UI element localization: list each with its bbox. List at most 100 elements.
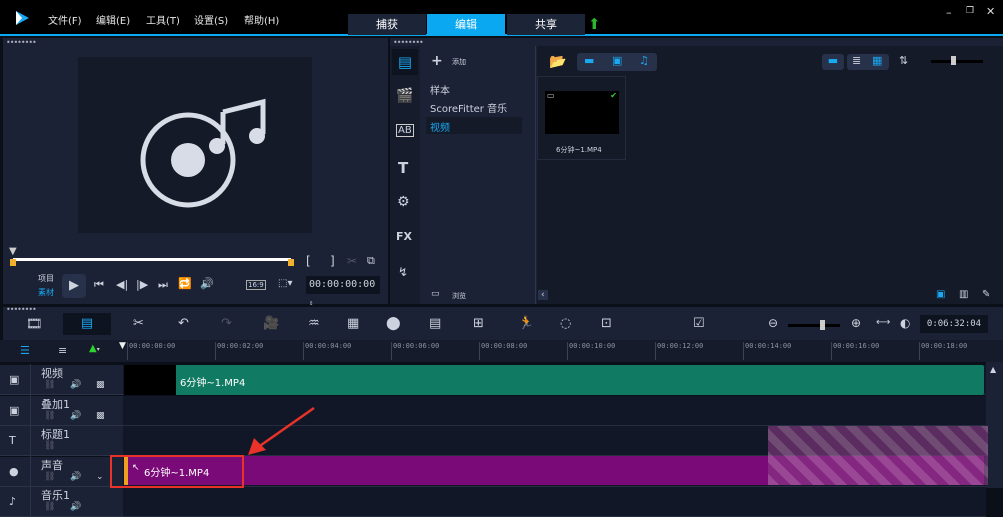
- multi-camera-icon[interactable]: ⊞: [473, 316, 484, 331]
- pan-zoom-icon[interactable]: ⊡: [601, 316, 612, 331]
- track-overlay-icon[interactable]: ▣: [9, 404, 19, 417]
- menu-tools[interactable]: 工具(T): [146, 12, 180, 27]
- timeline-ruler[interactable]: 00:00:00:00 00:00:02:00 00:00:04:00 00:00:0…: [123, 340, 983, 362]
- nav-video-selected[interactable]: 视频: [426, 117, 522, 134]
- go-end-icon[interactable]: ⏭: [158, 278, 168, 292]
- collapse-arrow-icon[interactable]: ‹: [538, 290, 548, 300]
- next-frame-icon[interactable]: |▶: [136, 278, 148, 291]
- play-button[interactable]: ▶: [62, 274, 86, 298]
- project-mode-label[interactable]: 项目: [38, 273, 54, 284]
- track-title-icon[interactable]: T: [9, 434, 16, 447]
- title-icon[interactable]: T: [398, 159, 408, 177]
- close-icon[interactable]: ✕: [986, 5, 995, 18]
- scrubber-bar[interactable]: [13, 258, 291, 261]
- timeline-view-icon[interactable]: ▤: [63, 313, 111, 335]
- panel-layout-1-icon[interactable]: ▣: [936, 289, 945, 300]
- timecode-field[interactable]: 00:00:00:00 ⇕: [306, 276, 380, 307]
- trim-start-handle[interactable]: [10, 259, 16, 266]
- playhead-icon[interactable]: ▼: [119, 341, 126, 351]
- link-icon[interactable]: ⛓: [44, 441, 55, 451]
- media-thumbnail[interactable]: ▭ ✔ 6分钟~1.MP4: [537, 76, 626, 160]
- import-folder-icon[interactable]: 📂: [549, 54, 566, 70]
- restore-icon[interactable]: ❐: [966, 6, 974, 16]
- path-icon[interactable]: ↯: [398, 265, 408, 279]
- record-capture-icon[interactable]: 🎥: [263, 316, 279, 331]
- auto-music-icon[interactable]: ▦: [347, 316, 359, 331]
- zoom-out-icon[interactable]: ⊖: [768, 316, 778, 330]
- view-storyboard-icon[interactable]: ▬: [822, 54, 844, 70]
- instant-project-icon[interactable]: 🎬: [396, 88, 413, 104]
- panel-grip[interactable]: ••••••••: [6, 38, 37, 47]
- link-icon[interactable]: ⛓: [44, 411, 55, 421]
- track-transparency-icon[interactable]: ▩: [96, 380, 105, 390]
- view-grid-icon[interactable]: ▦: [872, 54, 882, 67]
- aspect-ratio-button[interactable]: 16:9: [246, 280, 266, 290]
- add-marker-icon[interactable]: ▲▾: [89, 343, 100, 354]
- timeline-zoom-slider[interactable]: [788, 320, 840, 330]
- media-icon[interactable]: ▤: [392, 49, 418, 75]
- tab-capture[interactable]: 捕获: [348, 14, 426, 35]
- mark-in-icon[interactable]: [: [306, 254, 311, 268]
- storyboard-view-icon[interactable]: 🎞: [26, 317, 43, 332]
- enlarge-preview-icon[interactable]: ⧉: [367, 254, 375, 268]
- show-photo-icon[interactable]: ▣: [612, 54, 622, 67]
- time-remapping-icon[interactable]: 🏃: [518, 316, 534, 331]
- track-manager-icon[interactable]: ≡: [58, 344, 67, 357]
- mute-icon[interactable]: 🔊: [70, 472, 81, 482]
- add-folder-label[interactable]: 添加: [452, 57, 466, 67]
- mute-icon[interactable]: 🔊: [70, 411, 81, 421]
- sort-icon[interactable]: ⇅: [899, 54, 908, 67]
- chapter-cue-icon[interactable]: ☑: [693, 316, 705, 331]
- graphics-icon[interactable]: ⚙: [397, 194, 410, 210]
- view-list-icon[interactable]: ≣: [852, 54, 861, 67]
- nav-scorefitter[interactable]: ScoreFitter 音乐: [430, 100, 507, 115]
- trim-end-handle[interactable]: [288, 259, 294, 266]
- show-audio-icon[interactable]: ♫: [639, 54, 649, 67]
- mute-icon[interactable]: 🔊: [70, 502, 81, 512]
- panel-layout-3-icon[interactable]: ✎: [982, 289, 990, 300]
- audio-clip[interactable]: ↖ 6分钟~1.MP4: [124, 426, 988, 485]
- redo-icon[interactable]: ↷: [221, 316, 232, 331]
- link-icon[interactable]: ⛓: [44, 380, 55, 390]
- mask-creator-icon[interactable]: ◌: [560, 316, 571, 331]
- crop-icon[interactable]: ⬚▾: [278, 278, 292, 289]
- motion-tracking-icon[interactable]: ⬤: [386, 316, 401, 331]
- transition-icon[interactable]: AB: [396, 124, 414, 137]
- undo-icon[interactable]: ↶: [178, 316, 189, 331]
- prev-frame-icon[interactable]: ◀|: [116, 278, 128, 291]
- nav-samples[interactable]: 样本: [430, 82, 450, 97]
- tools-icon[interactable]: ✂: [133, 316, 144, 331]
- track-video-icon[interactable]: ▣: [9, 373, 19, 386]
- thumb-size-slider[interactable]: [931, 56, 983, 65]
- vertical-scrollbar[interactable]: ▲: [986, 362, 1003, 488]
- mark-out-icon[interactable]: ]: [330, 254, 335, 268]
- menu-help[interactable]: 帮助(H): [244, 12, 279, 27]
- show-all-tracks-icon[interactable]: ☰: [20, 344, 30, 357]
- panel-grip[interactable]: ••••••••: [6, 305, 37, 314]
- volume-icon[interactable]: 🔊: [200, 277, 214, 290]
- repeat-icon[interactable]: 🔁: [178, 277, 192, 290]
- track-voice-icon[interactable]: ●: [9, 465, 19, 478]
- link-icon[interactable]: ⛓: [44, 472, 55, 482]
- browse-icon[interactable]: ▭: [431, 289, 440, 299]
- track-lane-music[interactable]: [123, 487, 986, 517]
- track-music-icon[interactable]: ♪: [9, 495, 16, 508]
- fit-project-icon[interactable]: ⟷: [876, 317, 890, 328]
- link-icon[interactable]: ⛓: [44, 502, 55, 512]
- track-transparency-icon[interactable]: ▩: [96, 411, 105, 421]
- upload-arrow-icon[interactable]: ⬆: [588, 15, 601, 33]
- playhead-marker-icon[interactable]: ▼: [9, 246, 17, 257]
- go-start-icon[interactable]: ⏮: [94, 278, 104, 292]
- sound-mixer-icon[interactable]: ♒: [308, 316, 320, 331]
- tab-edit[interactable]: 编辑: [427, 14, 505, 35]
- mute-icon[interactable]: 🔊: [70, 380, 81, 390]
- zoom-in-icon[interactable]: ⊕: [851, 316, 861, 330]
- add-icon[interactable]: +: [431, 53, 443, 69]
- browse-label[interactable]: 浏览: [452, 291, 466, 301]
- video-clip[interactable]: 6分钟~1.MP4: [124, 365, 984, 395]
- split-scissors-icon[interactable]: ✂: [347, 254, 357, 268]
- tab-share[interactable]: 共享: [507, 14, 585, 35]
- clip-mode-label[interactable]: 素材: [38, 287, 54, 298]
- show-video-icon[interactable]: ▬: [584, 54, 594, 67]
- menu-file[interactable]: 文件(F): [48, 12, 82, 27]
